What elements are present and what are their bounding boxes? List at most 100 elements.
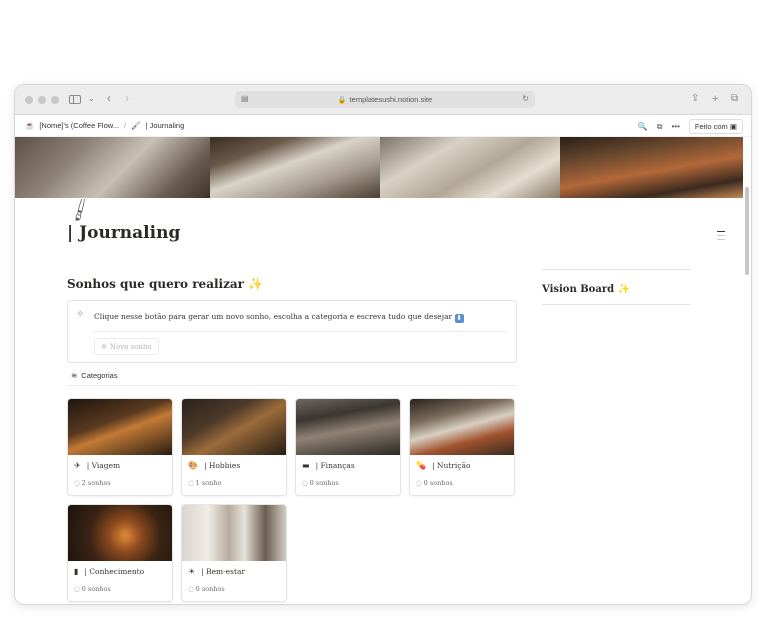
card-cover-image xyxy=(68,399,172,455)
tabs-overview-icon[interactable]: ⧉ xyxy=(731,92,738,106)
category-card-hobbies[interactable]: 🎨 | Hobbies ◌ 1 sonho xyxy=(181,398,287,496)
cover-image-book xyxy=(380,137,560,198)
money-icon: ▬ xyxy=(302,461,310,470)
url-text: templatesushi.notion.site xyxy=(349,95,433,104)
card-count-text: 0 sonhos xyxy=(309,479,339,487)
notion-logo-icon: ▣ xyxy=(729,122,737,131)
category-card-viagem[interactable]: ✈ | Viagem ◌ 2 sonhos xyxy=(67,398,173,496)
sun-icon: ☀ xyxy=(188,567,196,576)
card-count: ◌ 1 sonho xyxy=(188,479,221,487)
callout-block: ✧ Clique nesse botão para gerar um novo … xyxy=(67,300,517,363)
card-count: ◌ 0 sonhos xyxy=(302,479,339,487)
new-dream-button[interactable]: ✲ Novo sonho xyxy=(94,338,159,355)
card-title: 💊 | Nutrição xyxy=(416,461,470,470)
sparkles-icon: ✨ xyxy=(248,277,264,291)
stack-icon: ≋ xyxy=(71,371,78,380)
card-count: ◌ 0 sonhos xyxy=(188,585,225,593)
breadcrumb: ☕ [Nome]'s (Coffee Flow... / 🖌 | Journal… xyxy=(25,121,184,130)
notion-topbar-actions: 🔍 ⧉ ••• Feito com ▣ xyxy=(638,119,743,134)
pill-icon: 💊 xyxy=(416,461,426,470)
made-with-label: Feito com xyxy=(694,122,728,131)
card-cover-image xyxy=(68,505,172,561)
section-heading-dreams: Sonhos que quero realizar ✨ xyxy=(67,277,263,291)
airplane-icon: ✈ xyxy=(74,461,81,470)
speech-bubble-icon: ◌ xyxy=(74,479,80,487)
cover-image-espresso xyxy=(560,137,743,198)
card-count-text: 0 sonhos xyxy=(81,585,111,593)
sparkles-icon: ✨ xyxy=(617,284,631,295)
page-menu-icon[interactable]: ▤ xyxy=(241,94,249,103)
close-window-button[interactable] xyxy=(25,96,33,104)
category-card-conhecimento[interactable]: ▮ | Conhecimento ◌ 0 sonhos xyxy=(67,504,173,602)
zoom-window-button[interactable] xyxy=(51,96,59,104)
new-tab-icon[interactable]: + xyxy=(712,92,718,106)
categories-view-tab[interactable]: ≋ Categorias xyxy=(71,371,118,380)
card-title-text: | Nutrição xyxy=(431,461,471,470)
brush-page-icon[interactable]: 🖌 xyxy=(65,199,95,224)
coffee-icon: ☕ xyxy=(25,121,35,130)
divider xyxy=(67,385,517,386)
divider xyxy=(94,331,506,332)
made-with-notion-button[interactable]: Feito com ▣ xyxy=(688,119,743,134)
card-title: ▮ | Conhecimento xyxy=(74,567,144,576)
categories-label: Categorias xyxy=(81,371,118,380)
category-card-bem-estar[interactable]: ☀ | Bem-estar ◌ 0 sonhos xyxy=(181,504,287,602)
card-title-text: | Viagem xyxy=(86,461,121,470)
share-icon[interactable]: ⇪ xyxy=(691,92,699,106)
page-title: | Journaling xyxy=(67,223,181,243)
cover-image-coffee xyxy=(210,137,380,198)
window-controls xyxy=(25,96,59,104)
divider xyxy=(542,304,691,305)
scrollbar-thumb[interactable] xyxy=(745,187,749,275)
category-card-nutricao[interactable]: 💊 | Nutrição ◌ 0 sonhos xyxy=(409,398,515,496)
browser-titlebar: ⌄ ‹ › ▤ 🔒 templatesushi.notion.site ↻ ⇪ … xyxy=(15,85,751,115)
card-cover-image xyxy=(182,505,286,561)
breadcrumb-item-journaling[interactable]: | Journaling xyxy=(146,121,185,130)
breadcrumb-item-home[interactable]: [Nome]'s (Coffee Flow... xyxy=(39,121,119,130)
arrow-down-icon: ⬇ xyxy=(454,314,464,323)
card-title: ☀ | Bem-estar xyxy=(188,567,245,576)
page-scrollbar[interactable] xyxy=(744,159,750,604)
book-icon: ▮ xyxy=(74,567,79,576)
new-dream-label: Novo sonho xyxy=(109,342,152,351)
section-heading-text: Sonhos que quero realizar xyxy=(67,277,244,291)
card-count-text: 1 sonho xyxy=(195,479,222,487)
back-icon[interactable]: ‹ xyxy=(107,91,111,105)
breadcrumb-separator: / xyxy=(124,121,127,130)
search-icon[interactable]: 🔍 xyxy=(638,122,648,131)
reload-icon[interactable]: ↻ xyxy=(522,94,529,103)
chevron-down-icon[interactable]: ⌄ xyxy=(88,92,95,106)
card-count: ◌ 0 sonhos xyxy=(416,479,453,487)
forward-icon[interactable]: › xyxy=(125,91,129,105)
card-title: ▬ | Finanças xyxy=(302,461,355,470)
speech-bubble-icon: ◌ xyxy=(302,479,308,487)
speech-bubble-icon: ◌ xyxy=(416,479,422,487)
category-card-financas[interactable]: ▬ | Finanças ◌ 0 sonhos xyxy=(295,398,401,496)
callout-message: Clique nesse botão para gerar um novo so… xyxy=(94,312,453,321)
card-count-text: 0 sonhos xyxy=(423,479,453,487)
page-content: 🖌 | Journaling Sonhos que quero realizar… xyxy=(15,199,743,604)
speech-bubble-icon: ◌ xyxy=(188,479,194,487)
duplicate-icon[interactable]: ⧉ xyxy=(657,122,663,132)
divider xyxy=(542,269,691,270)
browser-window: ⌄ ‹ › ▤ 🔒 templatesushi.notion.site ↻ ⇪ … xyxy=(14,84,752,605)
card-title: 🎨 | Hobbies xyxy=(188,461,240,470)
address-bar[interactable]: ▤ 🔒 templatesushi.notion.site ↻ xyxy=(235,91,535,108)
speech-bubble-icon: ◌ xyxy=(188,585,194,593)
notion-topbar: ☕ [Nome]'s (Coffee Flow... / 🖌 | Journal… xyxy=(15,115,751,137)
sidebar-toggle-icon[interactable] xyxy=(69,95,81,104)
cover-image-notebook xyxy=(15,137,210,198)
card-cover-image xyxy=(296,399,400,455)
vision-board-heading: Vision Board ✨ xyxy=(542,284,630,295)
card-count: ◌ 2 sonhos xyxy=(74,479,111,487)
sparkle-callout-icon: ✧ xyxy=(76,309,85,320)
speech-bubble-icon: ◌ xyxy=(74,585,80,593)
minimize-window-button[interactable] xyxy=(38,96,46,104)
more-icon[interactable]: ••• xyxy=(671,122,679,131)
card-count: ◌ 0 sonhos xyxy=(74,585,111,593)
card-cover-image xyxy=(182,399,286,455)
table-of-contents-icon[interactable] xyxy=(717,231,725,243)
callout-text: Clique nesse botão para gerar um novo so… xyxy=(94,312,464,323)
card-title-text: | Finanças xyxy=(315,461,355,470)
brush-icon: 🖌 xyxy=(131,121,141,130)
